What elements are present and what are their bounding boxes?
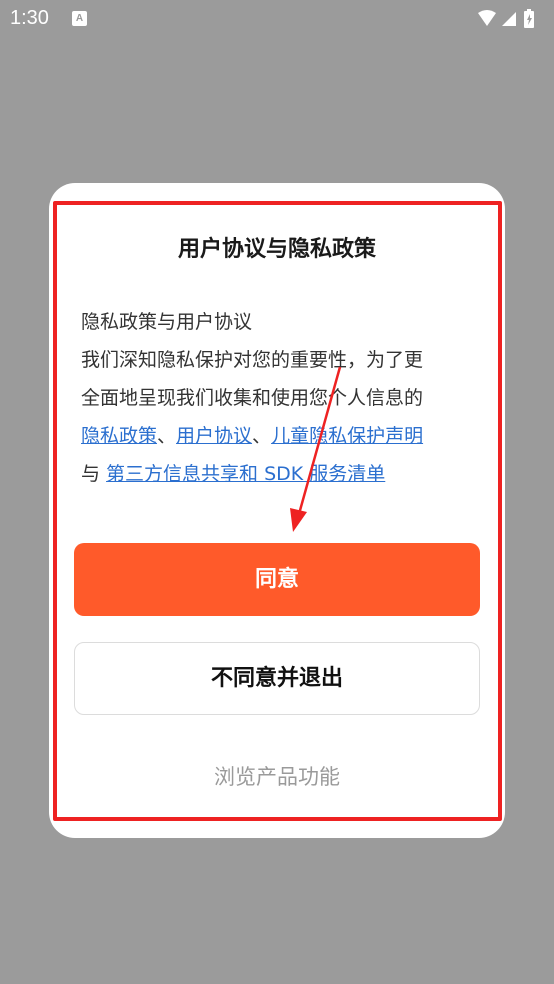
wifi-icon [478,10,496,26]
agree-button[interactable]: 同意 [74,543,480,616]
highlight-box [53,201,502,821]
dialog-title: 用户协议与隐私政策 [177,237,376,262]
browse-features-link[interactable]: 浏览产品功能 [49,761,505,791]
disagree-exit-button[interactable]: 不同意并退出 [74,642,480,715]
body-line-3: 全面地呈现我们收集和使用您个人信息的 [81,387,424,409]
conjunction-text: 与 [81,463,107,485]
child-privacy-link[interactable]: 儿童隐私保护声明 [271,425,423,447]
signal-icon [502,12,516,26]
separator: 、 [157,425,177,447]
user-agreement-link[interactable]: 用户协议 [176,425,252,447]
body-line-2: 我们深知隐私保护对您的重要性，为了更 [81,349,424,371]
status-bar: 1:30 A [0,0,554,40]
dialog-body: 隐私政策与用户协议 我们深知隐私保护对您的重要性，为了更 全面地呈现我们收集和使… [81,303,481,493]
body-links-line-2: 与 第三方信息共享和 SDK 服务清单 [81,455,481,493]
third-party-sdk-link[interactable]: 第三方信息共享和 SDK 服务清单 [106,463,385,485]
body-line-1: 隐私政策与用户协议 [81,311,253,333]
battery-icon [524,9,534,28]
separator: 、 [252,425,272,447]
status-icons [478,9,534,28]
status-time: 1:30 [10,7,49,29]
privacy-policy-link[interactable]: 隐私政策 [81,425,157,447]
a-icon: A [72,11,87,26]
body-links-line: 隐私政策、用户协议、儿童隐私保护声明 [81,417,481,455]
